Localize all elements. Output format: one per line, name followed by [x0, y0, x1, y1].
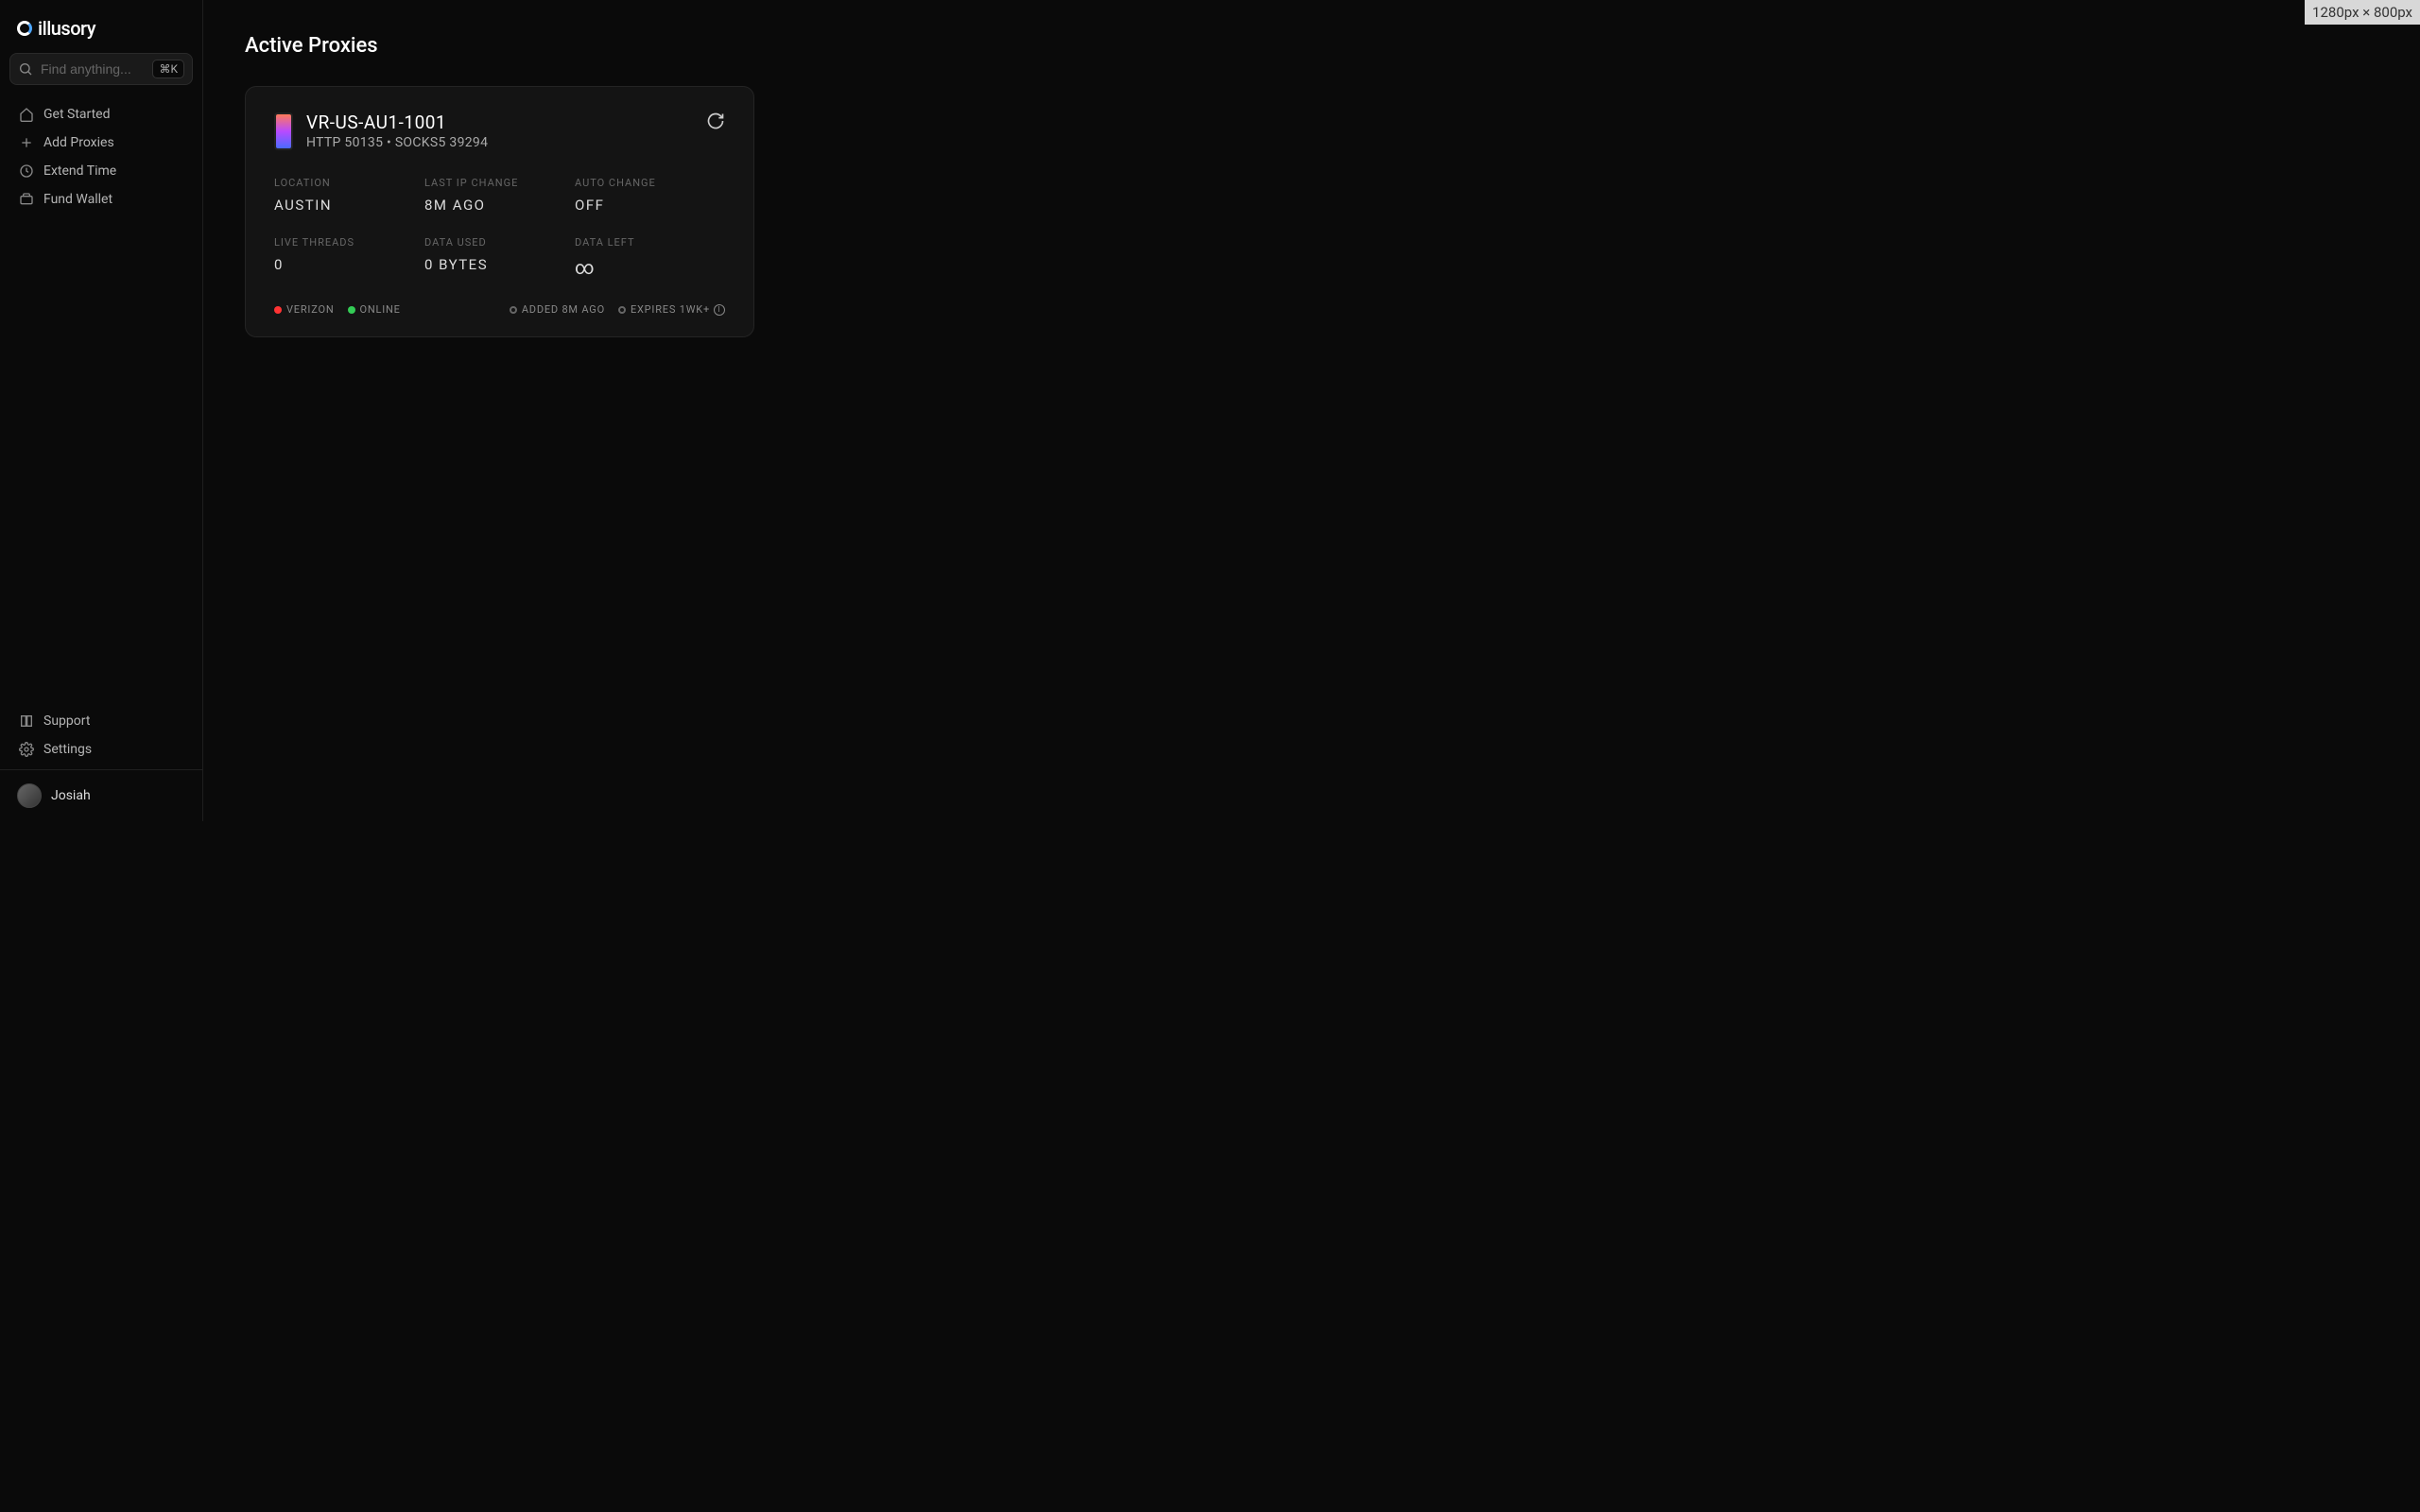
- carrier-label: VERIZON: [286, 303, 335, 316]
- added-badge: ADDED 8M AGO: [510, 303, 605, 316]
- clock-icon: [19, 163, 34, 179]
- stat-value: ∞: [575, 256, 725, 279]
- dimensions-badge: 1280px × 800px: [2305, 0, 2420, 25]
- brand-logo[interactable]: illusory: [0, 13, 202, 53]
- search-input[interactable]: [41, 61, 145, 77]
- sidebar-item-label: Settings: [43, 742, 92, 757]
- stat-value: 8M AGO: [424, 197, 575, 214]
- status-badge: ONLINE: [348, 303, 401, 316]
- plus-icon: [19, 135, 34, 150]
- sidebar-item-label: Support: [43, 713, 90, 729]
- proxy-card[interactable]: VR-US-AU1-1001 HTTP 50135 • SOCKS5 39294…: [245, 86, 754, 337]
- brand-name: illusory: [38, 17, 95, 40]
- carrier-badge: VERIZON: [274, 303, 335, 316]
- stat-label: LOCATION: [274, 177, 424, 189]
- stat-label: DATA USED: [424, 236, 575, 249]
- phone-icon: [274, 112, 293, 150]
- proxy-name: VR-US-AU1-1001: [306, 112, 488, 133]
- sidebar-item-label: Add Proxies: [43, 135, 114, 150]
- stat-label: LAST IP CHANGE: [424, 177, 575, 189]
- dot-icon: [618, 306, 626, 314]
- search-icon: [18, 61, 33, 77]
- stat-last-ip-change: LAST IP CHANGE 8M AGO: [424, 177, 575, 214]
- status-label: ONLINE: [360, 303, 401, 316]
- stat-value: 0 BYTES: [424, 256, 575, 273]
- sidebar-item-label: Extend Time: [43, 163, 116, 179]
- page-title: Active Proxies: [245, 34, 1271, 58]
- book-icon: [19, 713, 34, 729]
- stat-label: DATA LEFT: [575, 236, 725, 249]
- logo-icon: [17, 21, 32, 36]
- sidebar-item-support[interactable]: Support: [9, 707, 193, 735]
- wallet-icon: [19, 192, 34, 207]
- stat-value: AUSTIN: [274, 197, 424, 214]
- avatar: [17, 783, 42, 808]
- sidebar-item-settings[interactable]: Settings: [9, 735, 193, 764]
- stat-auto-change: AUTO CHANGE OFF: [575, 177, 725, 214]
- stat-data-left: DATA LEFT ∞: [575, 236, 725, 279]
- expires-label: EXPIRES 1WK+: [631, 303, 710, 316]
- stat-value: 0: [274, 256, 424, 273]
- sidebar-item-label: Fund Wallet: [43, 192, 112, 207]
- stat-data-used: DATA USED 0 BYTES: [424, 236, 575, 279]
- home-icon: [19, 107, 34, 122]
- sidebar-item-add-proxies[interactable]: Add Proxies: [9, 129, 193, 157]
- user-menu[interactable]: Josiah: [0, 769, 202, 821]
- stat-location: LOCATION AUSTIN: [274, 177, 424, 214]
- sidebar-item-extend-time[interactable]: Extend Time: [9, 157, 193, 185]
- search-shortcut: ⌘K: [152, 60, 184, 78]
- expires-badge: EXPIRES 1WK+ i: [618, 303, 725, 316]
- dot-icon: [510, 306, 517, 314]
- stat-live-threads: LIVE THREADS 0: [274, 236, 424, 279]
- info-icon[interactable]: i: [714, 304, 725, 316]
- search-input-container[interactable]: ⌘K: [9, 53, 193, 85]
- stat-label: AUTO CHANGE: [575, 177, 725, 189]
- dot-icon: [274, 306, 282, 314]
- proxy-subtitle: HTTP 50135 • SOCKS5 39294: [306, 135, 488, 150]
- sidebar-item-fund-wallet[interactable]: Fund Wallet: [9, 185, 193, 214]
- dot-icon: [348, 306, 355, 314]
- sidebar-item-label: Get Started: [43, 107, 111, 122]
- refresh-button[interactable]: [706, 112, 725, 130]
- sidebar-item-get-started[interactable]: Get Started: [9, 100, 193, 129]
- user-name: Josiah: [51, 788, 91, 803]
- stat-label: LIVE THREADS: [274, 236, 424, 249]
- added-label: ADDED 8M AGO: [522, 303, 605, 316]
- stat-value: OFF: [575, 197, 725, 214]
- gear-icon: [19, 742, 34, 757]
